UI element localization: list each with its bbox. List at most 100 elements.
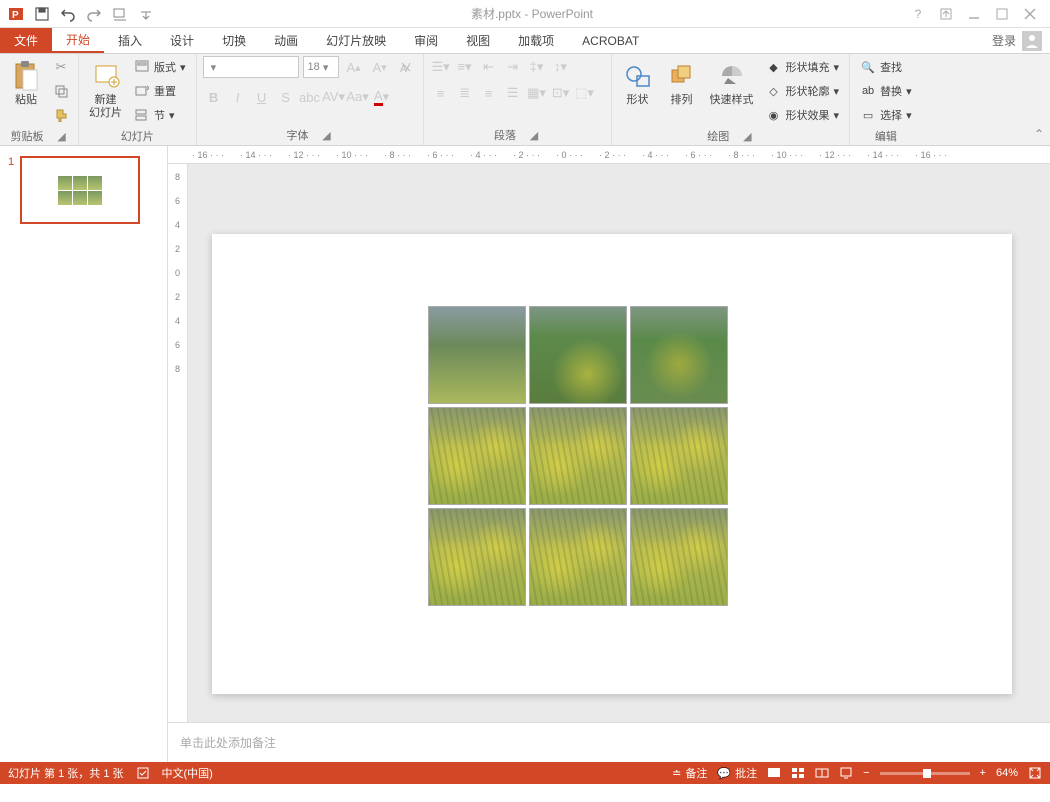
find-button[interactable]: 🔍查找 (856, 56, 916, 78)
slide-info[interactable]: 幻灯片 第 1 张，共 1 张 (8, 765, 124, 781)
section-button[interactable]: 节 ▾ (130, 104, 190, 126)
slideshow-view-icon[interactable] (839, 766, 853, 780)
zoom-percent[interactable]: 64% (996, 767, 1018, 779)
tab-insert[interactable]: 插入 (104, 28, 156, 53)
paste-button[interactable]: 粘贴 (6, 56, 46, 107)
slide[interactable] (212, 234, 1012, 694)
shadow-icon[interactable]: abc (299, 86, 321, 108)
notes-toggle[interactable]: ≐ 备注 (672, 765, 707, 781)
tab-animations[interactable]: 动画 (260, 28, 312, 53)
language-indicator[interactable]: 中文(中国) (162, 765, 213, 781)
align-right-icon[interactable]: ≡ (478, 82, 500, 104)
tab-acrobat[interactable]: ACROBAT (568, 28, 653, 53)
zoom-out-icon[interactable]: − (863, 767, 869, 779)
numbering-icon[interactable]: ≡▾ (454, 56, 476, 78)
change-case-icon[interactable]: Aa▾ (347, 86, 369, 108)
slide-canvas-area[interactable] (188, 164, 1050, 722)
image-cell[interactable] (630, 407, 728, 505)
bullets-icon[interactable]: ☰▾ (430, 56, 452, 78)
slide-thumbnail-1[interactable]: 1 (8, 156, 159, 224)
reset-button[interactable]: 重置 (130, 80, 190, 102)
start-from-beginning-icon[interactable] (108, 2, 132, 26)
tab-review[interactable]: 审阅 (400, 28, 452, 53)
font-size-combo[interactable]: 18 ▾ (303, 56, 339, 78)
zoom-in-icon[interactable]: + (980, 767, 986, 779)
align-text-icon[interactable]: ⊡▾ (550, 82, 572, 104)
columns-icon[interactable]: ▦▾ (526, 82, 548, 104)
image-cell[interactable] (529, 407, 627, 505)
italic-icon[interactable]: I (227, 86, 249, 108)
reading-view-icon[interactable] (815, 766, 829, 780)
spellcheck-icon[interactable] (136, 766, 150, 780)
format-painter-icon[interactable] (50, 104, 72, 126)
smartart-icon[interactable]: ⬚▾ (574, 82, 596, 104)
tab-slideshow[interactable]: 幻灯片放映 (312, 28, 400, 53)
ribbon-display-icon[interactable] (934, 4, 958, 24)
tab-addins[interactable]: 加载项 (504, 28, 568, 53)
tab-home[interactable]: 开始 (52, 28, 104, 53)
shape-outline-button[interactable]: ◇形状轮廓 ▾ (762, 80, 844, 102)
undo-icon[interactable] (56, 2, 80, 26)
decrease-indent-icon[interactable]: ⇤ (478, 56, 500, 78)
clear-formatting-icon[interactable]: A (395, 56, 417, 78)
tab-transitions[interactable]: 切换 (208, 28, 260, 53)
select-button[interactable]: ▭选择 ▾ (856, 104, 916, 126)
login-area[interactable]: 登录 (992, 28, 1050, 53)
copy-icon[interactable] (50, 80, 72, 102)
font-family-combo[interactable]: ▾ (203, 56, 299, 78)
image-cell[interactable] (428, 508, 526, 606)
layout-button[interactable]: 版式 ▾ (130, 56, 190, 78)
line-spacing-icon[interactable]: ‡▾ (526, 56, 548, 78)
align-left-icon[interactable]: ≡ (430, 82, 452, 104)
increase-indent-icon[interactable]: ⇥ (502, 56, 524, 78)
horizontal-ruler[interactable]: · 16 · · ·· 14 · · ·· 12 · · ·· 10 · · ·… (168, 146, 1050, 164)
font-color-icon[interactable]: A▾ (371, 86, 393, 108)
comments-toggle[interactable]: 💬 批注 (717, 765, 757, 781)
shapes-button[interactable]: 形状 (618, 56, 658, 107)
collapse-ribbon-icon[interactable]: ⌃ (1034, 127, 1044, 141)
image-cell[interactable] (630, 306, 728, 404)
fit-to-window-icon[interactable] (1028, 766, 1042, 780)
char-spacing-icon[interactable]: AV▾ (323, 86, 345, 108)
shape-fill-button[interactable]: ◆形状填充 ▾ (762, 56, 844, 78)
paragraph-dialog-launcher[interactable]: ◢ (528, 129, 540, 141)
image-cell[interactable] (428, 407, 526, 505)
app-icon[interactable]: P (4, 2, 28, 26)
align-center-icon[interactable]: ≣ (454, 82, 476, 104)
image-cell[interactable] (529, 508, 627, 606)
close-icon[interactable] (1018, 4, 1042, 24)
minimize-icon[interactable] (962, 4, 986, 24)
replace-button[interactable]: ab替换 ▾ (856, 80, 916, 102)
redo-icon[interactable] (82, 2, 106, 26)
image-cell[interactable] (428, 306, 526, 404)
decrease-font-icon[interactable]: A▾ (369, 56, 391, 78)
font-dialog-launcher[interactable]: ◢ (321, 129, 333, 141)
clipboard-dialog-launcher[interactable]: ◢ (56, 130, 68, 142)
cut-icon[interactable]: ✂ (50, 56, 72, 78)
new-slide-button[interactable]: 新建 幻灯片 (85, 56, 126, 120)
text-direction-icon[interactable]: ↕▾ (550, 56, 572, 78)
maximize-icon[interactable] (990, 4, 1014, 24)
vertical-ruler[interactable]: 864202468 (168, 164, 188, 722)
justify-icon[interactable]: ☰ (502, 82, 524, 104)
strikethrough-icon[interactable]: S (275, 86, 297, 108)
normal-view-icon[interactable] (767, 766, 781, 780)
image-cell[interactable] (630, 508, 728, 606)
shape-effects-button[interactable]: ◉形状效果 ▾ (762, 104, 844, 126)
underline-icon[interactable]: U (251, 86, 273, 108)
tab-file[interactable]: 文件 (0, 28, 52, 53)
image-cell[interactable] (529, 306, 627, 404)
qat-customize-icon[interactable] (134, 2, 158, 26)
slide-sorter-view-icon[interactable] (791, 766, 805, 780)
arrange-button[interactable]: 排列 (662, 56, 702, 107)
drawing-dialog-launcher[interactable]: ◢ (741, 130, 753, 142)
zoom-slider[interactable] (880, 772, 970, 775)
help-icon[interactable]: ? (906, 4, 930, 24)
bold-icon[interactable]: B (203, 86, 225, 108)
tab-view[interactable]: 视图 (452, 28, 504, 53)
increase-font-icon[interactable]: A▴ (343, 56, 365, 78)
tab-design[interactable]: 设计 (156, 28, 208, 53)
notes-pane[interactable]: 单击此处添加备注 (168, 722, 1050, 762)
save-icon[interactable] (30, 2, 54, 26)
quickstyles-button[interactable]: 快速样式 (706, 56, 758, 107)
